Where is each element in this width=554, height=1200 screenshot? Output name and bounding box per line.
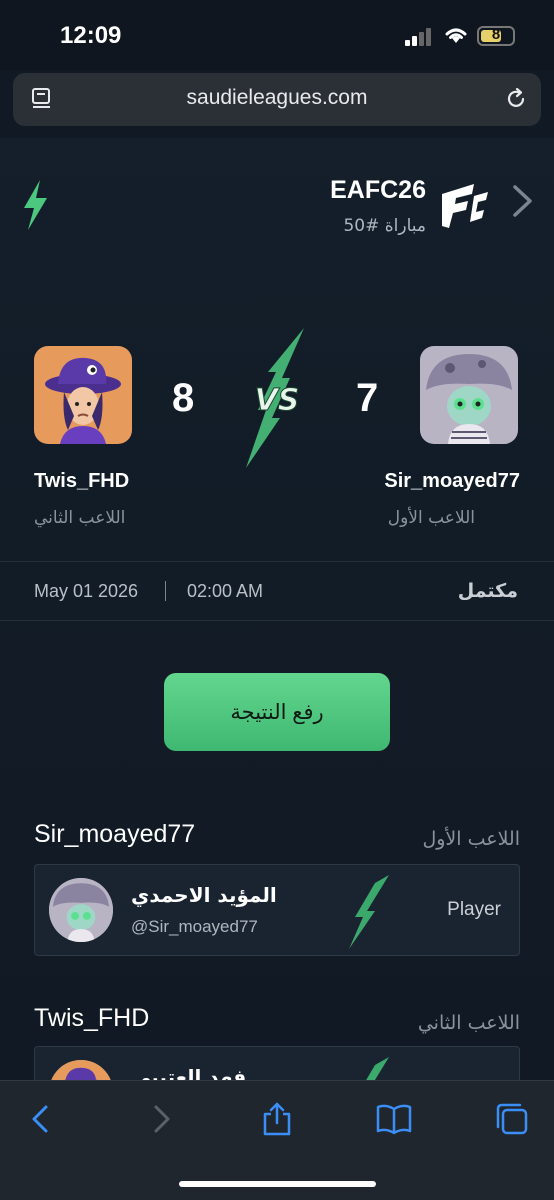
player1-name[interactable]: Sir_moayed77: [384, 470, 520, 493]
avatar-purple-hat-icon: [49, 1060, 113, 1080]
player1-score: 7: [356, 376, 379, 420]
account-tag: Player: [447, 899, 501, 920]
avatar: [49, 1060, 113, 1080]
section-username: Twis_FHD: [34, 1004, 150, 1032]
section-username: Sir_moayed77: [34, 820, 196, 848]
avatar-mushroom-icon: [420, 346, 518, 444]
divider: [0, 620, 554, 621]
game-title: EAFC26: [330, 176, 426, 204]
tabs-icon[interactable]: [494, 1101, 530, 1137]
url-text[interactable]: saudieleagues.com: [13, 86, 541, 110]
player1-avatar[interactable]: [420, 346, 518, 444]
battery-icon: 8: [477, 26, 515, 46]
home-indicator: [179, 1181, 376, 1187]
player2-name[interactable]: Twis_FHD: [34, 470, 129, 493]
avatar: [49, 878, 113, 942]
bolt-icon: [349, 875, 389, 949]
back-icon[interactable]: [24, 1101, 60, 1137]
svg-text:VS: VS: [255, 383, 300, 418]
address-bar[interactable]: saudieleagues.com: [13, 73, 541, 126]
share-icon[interactable]: [259, 1101, 295, 1137]
divider: [0, 561, 554, 562]
fc-logo-icon: [442, 184, 488, 228]
player1-role: اللاعب الأول: [387, 508, 475, 528]
vs-icon: VS: [246, 328, 304, 468]
forward-icon[interactable]: [142, 1101, 178, 1137]
bookmarks-icon[interactable]: [376, 1101, 412, 1137]
separator: [165, 581, 166, 601]
section-role: اللاعب الثاني: [417, 1012, 520, 1034]
match-time: 02:00 AM: [187, 581, 264, 601]
account-display-name: فهد العتيبي: [131, 1065, 247, 1080]
bolt-icon: [366, 1057, 389, 1080]
status-time: 12:09: [60, 22, 122, 49]
match-date: May 01 2026: [34, 581, 139, 601]
signal-icon: [405, 28, 431, 46]
match-status: مكتمل: [457, 580, 518, 602]
account-card[interactable]: فهد العتيبي: [34, 1046, 520, 1080]
player2-score: 8: [172, 376, 195, 420]
reload-icon[interactable]: [503, 86, 529, 112]
account-card[interactable]: المؤيد الاحمدي @Sir_moayed77 Player: [34, 864, 520, 956]
chevron-right-icon[interactable]: [512, 184, 534, 218]
avatar-mushroom-icon: [49, 878, 113, 942]
wifi-icon: [445, 28, 467, 43]
battery-level: 8: [491, 26, 501, 43]
account-handle: @Sir_moayed77: [131, 917, 258, 936]
player2-avatar[interactable]: [34, 346, 132, 444]
upload-result-button[interactable]: رفع النتيجة: [164, 673, 390, 751]
player2-role: اللاعب الثاني: [34, 508, 126, 528]
match-number: مباراة #50: [343, 216, 426, 236]
bolt-icon: [24, 180, 47, 230]
section-role: اللاعب الأول: [422, 828, 520, 850]
avatar-purple-hat-icon: [34, 346, 132, 444]
account-display-name: المؤيد الاحمدي: [131, 883, 277, 907]
page-content: EAFC26 مباراة #50 8 VS 7 Twis_FHD Sir_mo…: [0, 138, 554, 1080]
status-bar: 12:09 8: [0, 0, 554, 70]
